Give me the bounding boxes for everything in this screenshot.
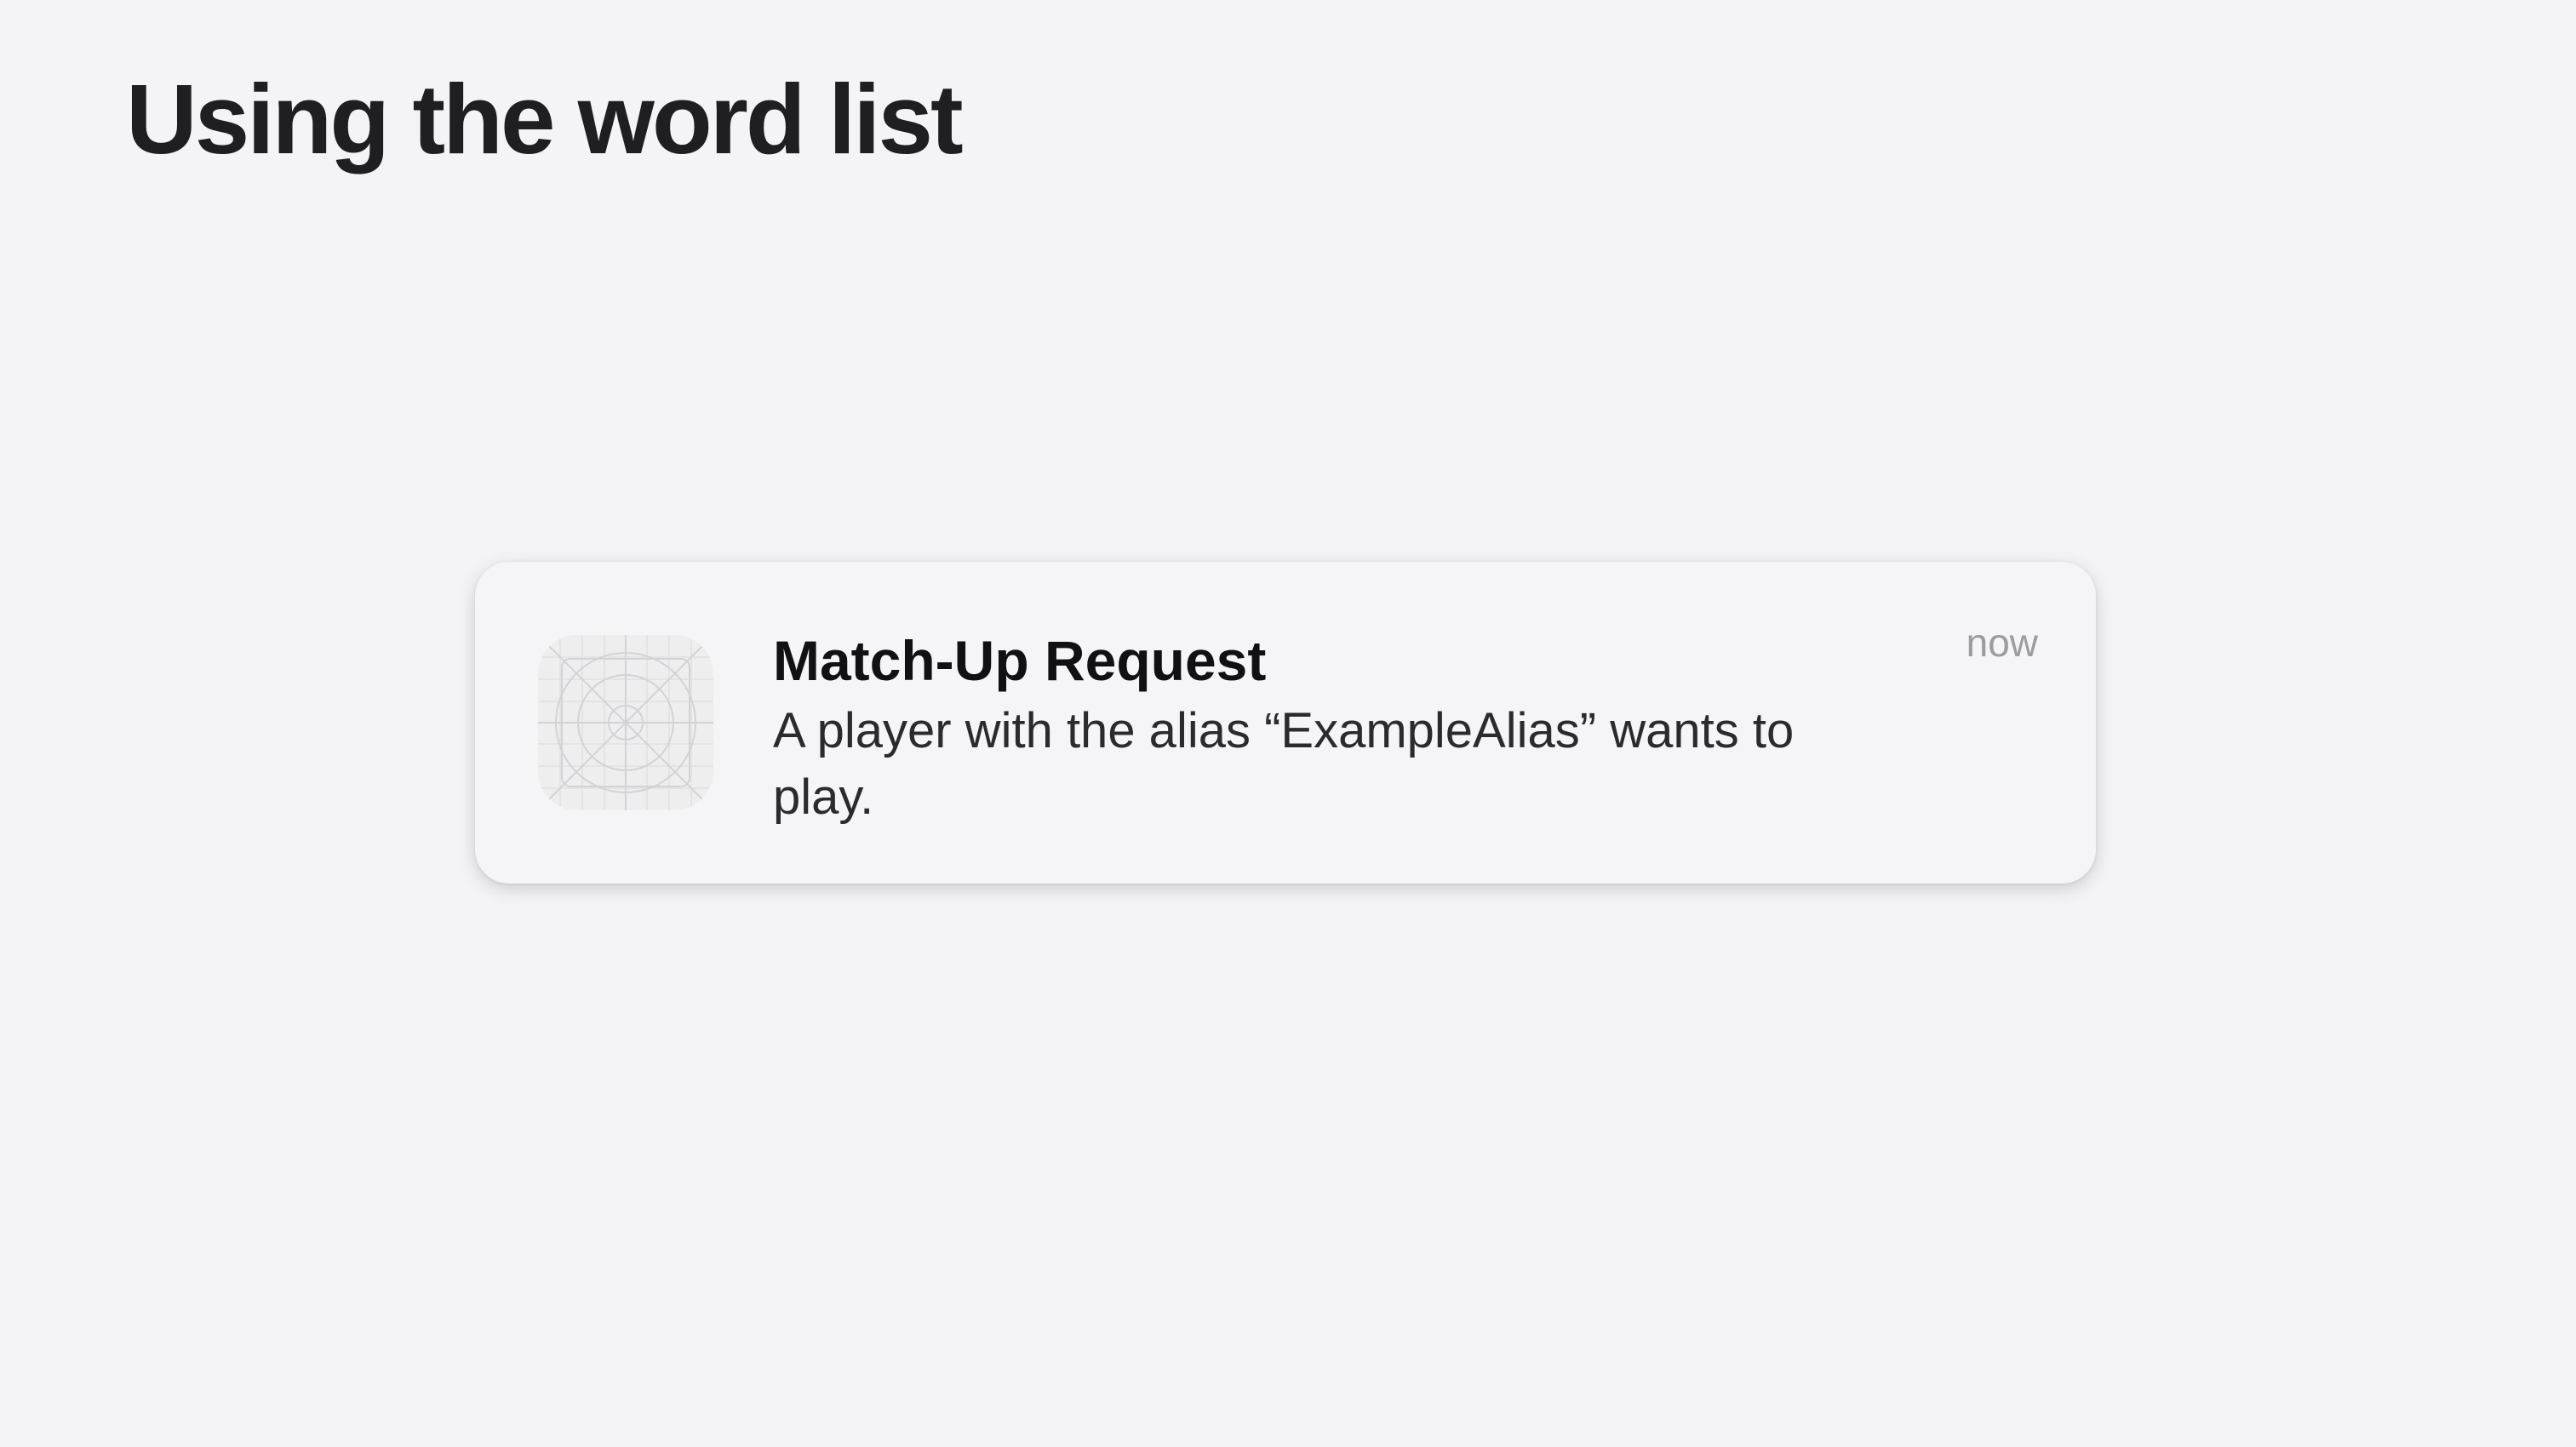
slide-title: Using the word list — [126, 64, 964, 174]
notification-timestamp: now — [1966, 621, 2038, 665]
notification-title: Match-Up Request — [773, 629, 1267, 692]
placeholder-grid-icon — [538, 635, 713, 810]
app-icon — [538, 635, 713, 810]
notification-body: A player with the alias “ExampleAlias” w… — [773, 703, 1795, 825]
notification-banner[interactable]: Match-Up Request A player with the alias… — [475, 562, 2096, 884]
